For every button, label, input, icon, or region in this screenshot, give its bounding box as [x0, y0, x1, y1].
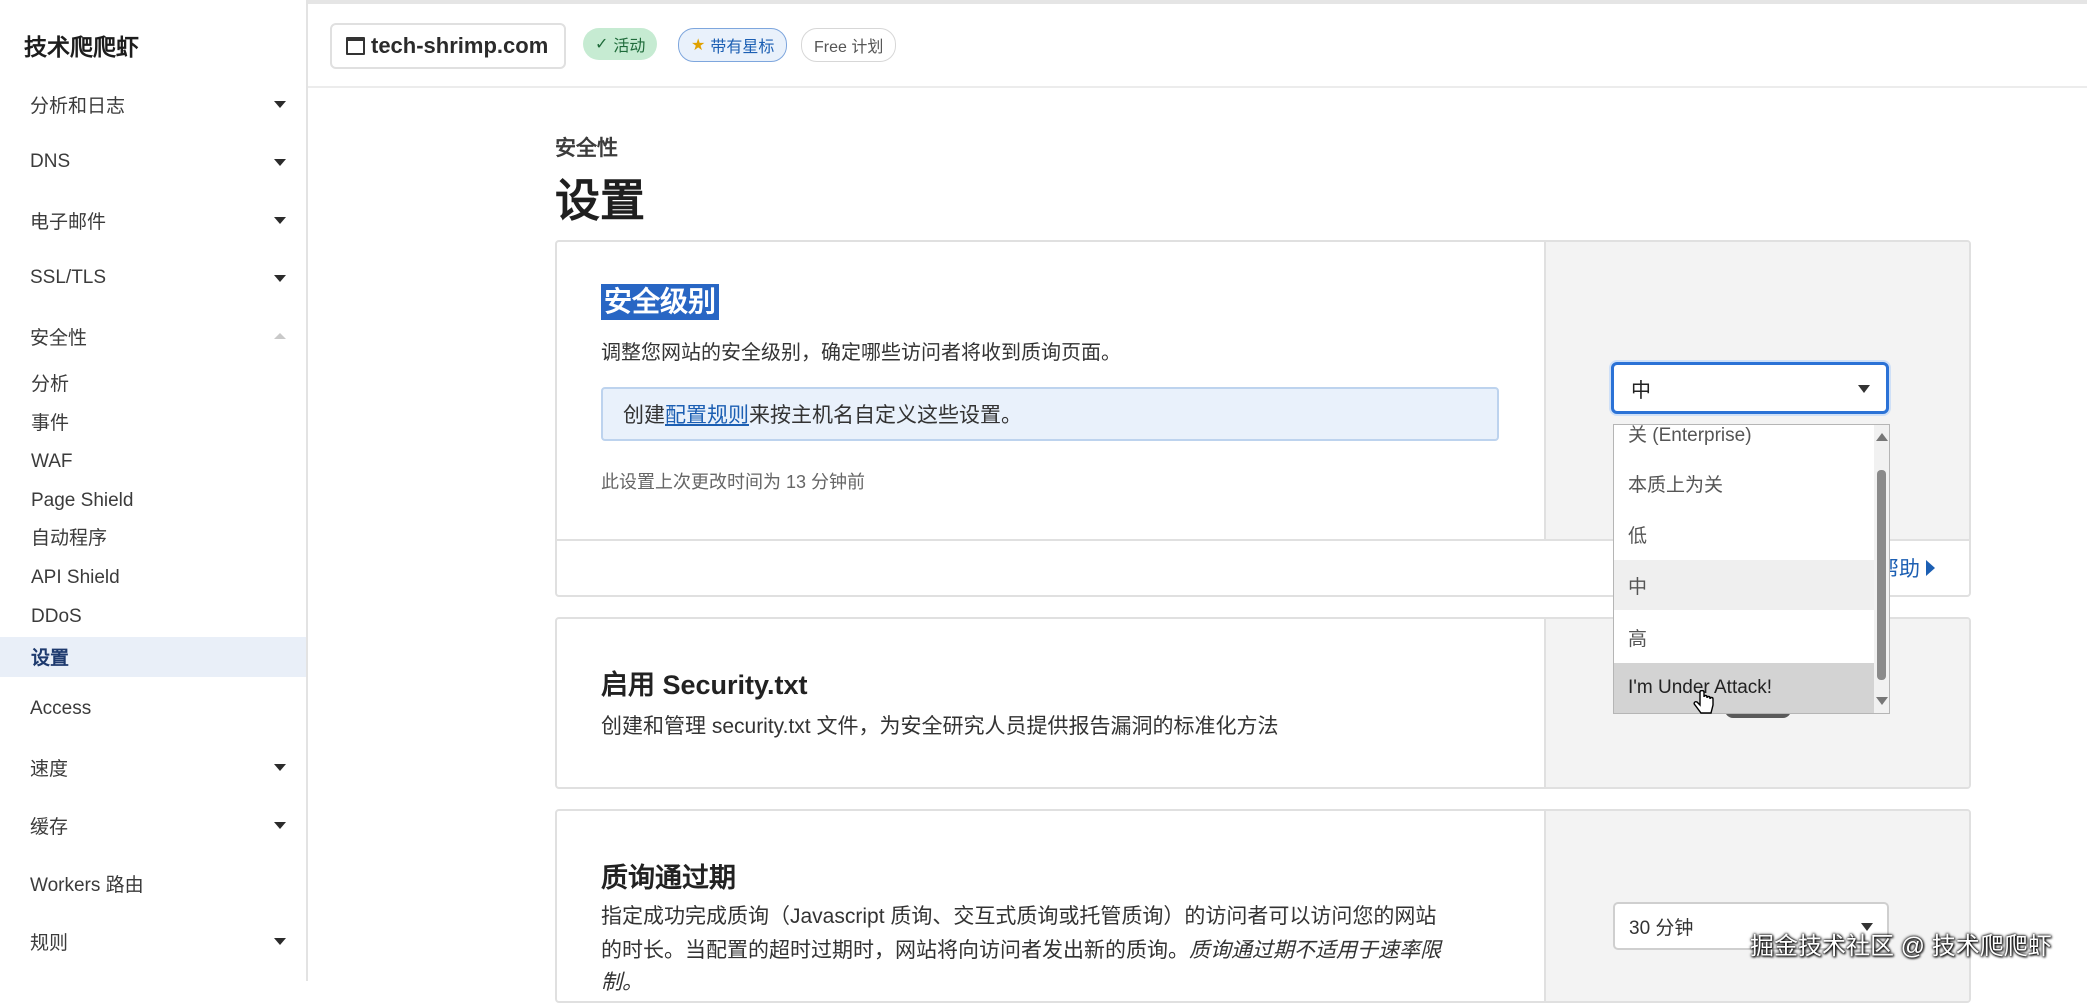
- sidebar-item-label: 规则: [30, 932, 69, 954]
- chevron-down-icon: [274, 216, 286, 224]
- dropdown-scrollbar[interactable]: [1874, 425, 1889, 713]
- select-value: 30 分钟: [1629, 917, 1694, 939]
- challenge-passage-desc-line2: 的时长。当配置的超时过期时，网站将向访问者发出新的质询。质询通过期不适用于速率限: [601, 936, 1441, 966]
- sidebar-item-label: 电子邮件: [30, 211, 107, 233]
- scroll-thumb[interactable]: [1877, 470, 1886, 680]
- sidebar-subitem-waf[interactable]: WAF: [31, 447, 73, 477]
- sidebar-subitem-settings-label: 设置: [31, 648, 70, 669]
- sidebar-subitem-ddos[interactable]: DDoS: [31, 602, 82, 632]
- sidebar-item-caching[interactable]: 缓存: [30, 805, 292, 845]
- security-level-description: 调整您网站的安全级别，确定哪些访问者将收到质询页面。: [601, 342, 1121, 364]
- sidebar-subitem-page-shield[interactable]: Page Shield: [31, 486, 133, 516]
- sidebar-subitem-events[interactable]: 事件: [31, 409, 69, 439]
- sidebar-item-security[interactable]: 安全性: [30, 316, 292, 356]
- caret-right-icon: [1926, 560, 1935, 576]
- account-name: 技术爬爬虾: [24, 34, 139, 60]
- chevron-down-icon: [274, 763, 286, 771]
- security-txt-title: 启用 Security.txt: [601, 670, 808, 700]
- option-essentially-off[interactable]: 本质上为关: [1614, 458, 1874, 508]
- info-prefix: 创建: [623, 404, 665, 427]
- chevron-down-icon: [274, 158, 286, 166]
- option-medium[interactable]: 中: [1614, 560, 1874, 610]
- sidebar-item-workers-routes[interactable]: Workers 路由: [30, 863, 292, 903]
- sidebar-item-label: Access: [30, 698, 92, 719]
- info-suffix: 来按主机名自定义这些设置。: [749, 404, 1022, 427]
- chevron-down-icon: [274, 821, 286, 829]
- config-rules-link[interactable]: 配置规则: [665, 399, 749, 429]
- security-level-dropdown: 关 (Enterprise) 本质上为关 低 中 高 I'm Under Att…: [1613, 424, 1890, 714]
- domain-selector[interactable]: tech-shrimp.com: [330, 23, 567, 69]
- sidebar-item-speed[interactable]: 速度: [30, 747, 292, 787]
- status-badge-label: 活动: [613, 38, 646, 55]
- scroll-up-icon[interactable]: [1876, 433, 1888, 441]
- chevron-down-icon: [1858, 385, 1870, 393]
- sidebar-subitem-api-shield[interactable]: API Shield: [31, 563, 120, 593]
- sidebar-item-rules[interactable]: 规则: [30, 921, 292, 961]
- challenge-passage-desc-line1: 指定成功完成质询（Javascript 质询、交互式质询或托管质询）的访问者可以…: [601, 905, 1437, 928]
- last-changed-text: 此设置上次更改时间为 13 分钟前: [601, 472, 866, 492]
- sidebar-item-label: 缓存: [30, 816, 69, 838]
- select-value: 中: [1631, 379, 1651, 402]
- sidebar-item-label: 速度: [30, 758, 69, 780]
- desc-text: 的时长。当配置的超时过期时，网站将向访问者发出新的质询。: [601, 939, 1189, 962]
- security-txt-description: 创建和管理 security.txt 文件，为安全研究人员提供报告漏洞的标准化方…: [601, 715, 1279, 738]
- chevron-down-icon: [274, 100, 286, 108]
- sidebar-item-label: Workers 路由: [30, 874, 144, 896]
- chevron-down-icon: [274, 274, 286, 282]
- star-icon: ★: [691, 37, 706, 54]
- sidebar-item-label: SSL/TLS: [30, 267, 107, 288]
- scroll-down-icon[interactable]: [1876, 697, 1888, 705]
- page-title: 设置: [555, 175, 646, 226]
- security-level-select[interactable]: 中: [1611, 362, 1889, 414]
- option-under-attack[interactable]: I'm Under Attack!: [1614, 663, 1874, 713]
- check-icon: ✓: [595, 36, 609, 53]
- sidebar-subitem-analytics[interactable]: 分析: [31, 370, 69, 400]
- sidebar-item-email[interactable]: 电子邮件: [30, 200, 292, 240]
- challenge-passage-title: 质询通过期: [601, 863, 736, 893]
- option-high[interactable]: 高: [1614, 612, 1874, 662]
- sidebar-item-dns[interactable]: DNS: [30, 142, 292, 182]
- sidebar-subitem-bots[interactable]: 自动程序: [31, 524, 107, 554]
- config-rules-info: 创建 配置规则 来按主机名自定义这些设置。: [601, 387, 1499, 441]
- plan-badge-label: Free 计划: [814, 39, 884, 56]
- sidebar-item-access[interactable]: Access: [30, 689, 292, 729]
- option-off-enterprise[interactable]: 关 (Enterprise): [1614, 425, 1874, 458]
- challenge-passage-desc-line3: 制。: [601, 968, 643, 998]
- window-icon: [346, 37, 365, 55]
- starred-badge[interactable]: ★ 带有星标: [678, 28, 788, 62]
- sidebar: 技术爬爬虾 分析和日志 DNS 电子邮件 SSL/TLS 安全性 分析 事件 W…: [0, 0, 308, 981]
- sidebar-item-label: 分析和日志: [30, 95, 126, 117]
- domain-name: tech-shrimp.com: [371, 33, 549, 58]
- starred-badge-label: 带有星标: [710, 39, 775, 56]
- option-low[interactable]: 低: [1614, 509, 1874, 559]
- watermark: 掘金技术社区 @ 技术爬爬虾: [1750, 933, 2052, 960]
- plan-badge: Free 计划: [801, 28, 897, 62]
- security-level-title: 安全级别: [601, 284, 720, 320]
- sidebar-item-label: DNS: [30, 151, 71, 172]
- desc-italic-cont: 制。: [601, 971, 643, 994]
- sidebar-item-ssl-tls[interactable]: SSL/TLS: [30, 258, 292, 298]
- sidebar-item-analytics-logs[interactable]: 分析和日志: [30, 84, 292, 124]
- status-badge-active: ✓ 活动: [583, 28, 658, 60]
- desc-italic: 质询通过期不适用于速率限: [1189, 939, 1441, 962]
- chevron-up-icon: [274, 333, 286, 339]
- sidebar-item-label: 安全性: [30, 327, 88, 349]
- hand-cursor-icon: [1693, 690, 1714, 714]
- breadcrumb[interactable]: 安全性: [555, 132, 618, 162]
- chevron-down-icon: [274, 937, 286, 945]
- top-bar: [308, 4, 2087, 88]
